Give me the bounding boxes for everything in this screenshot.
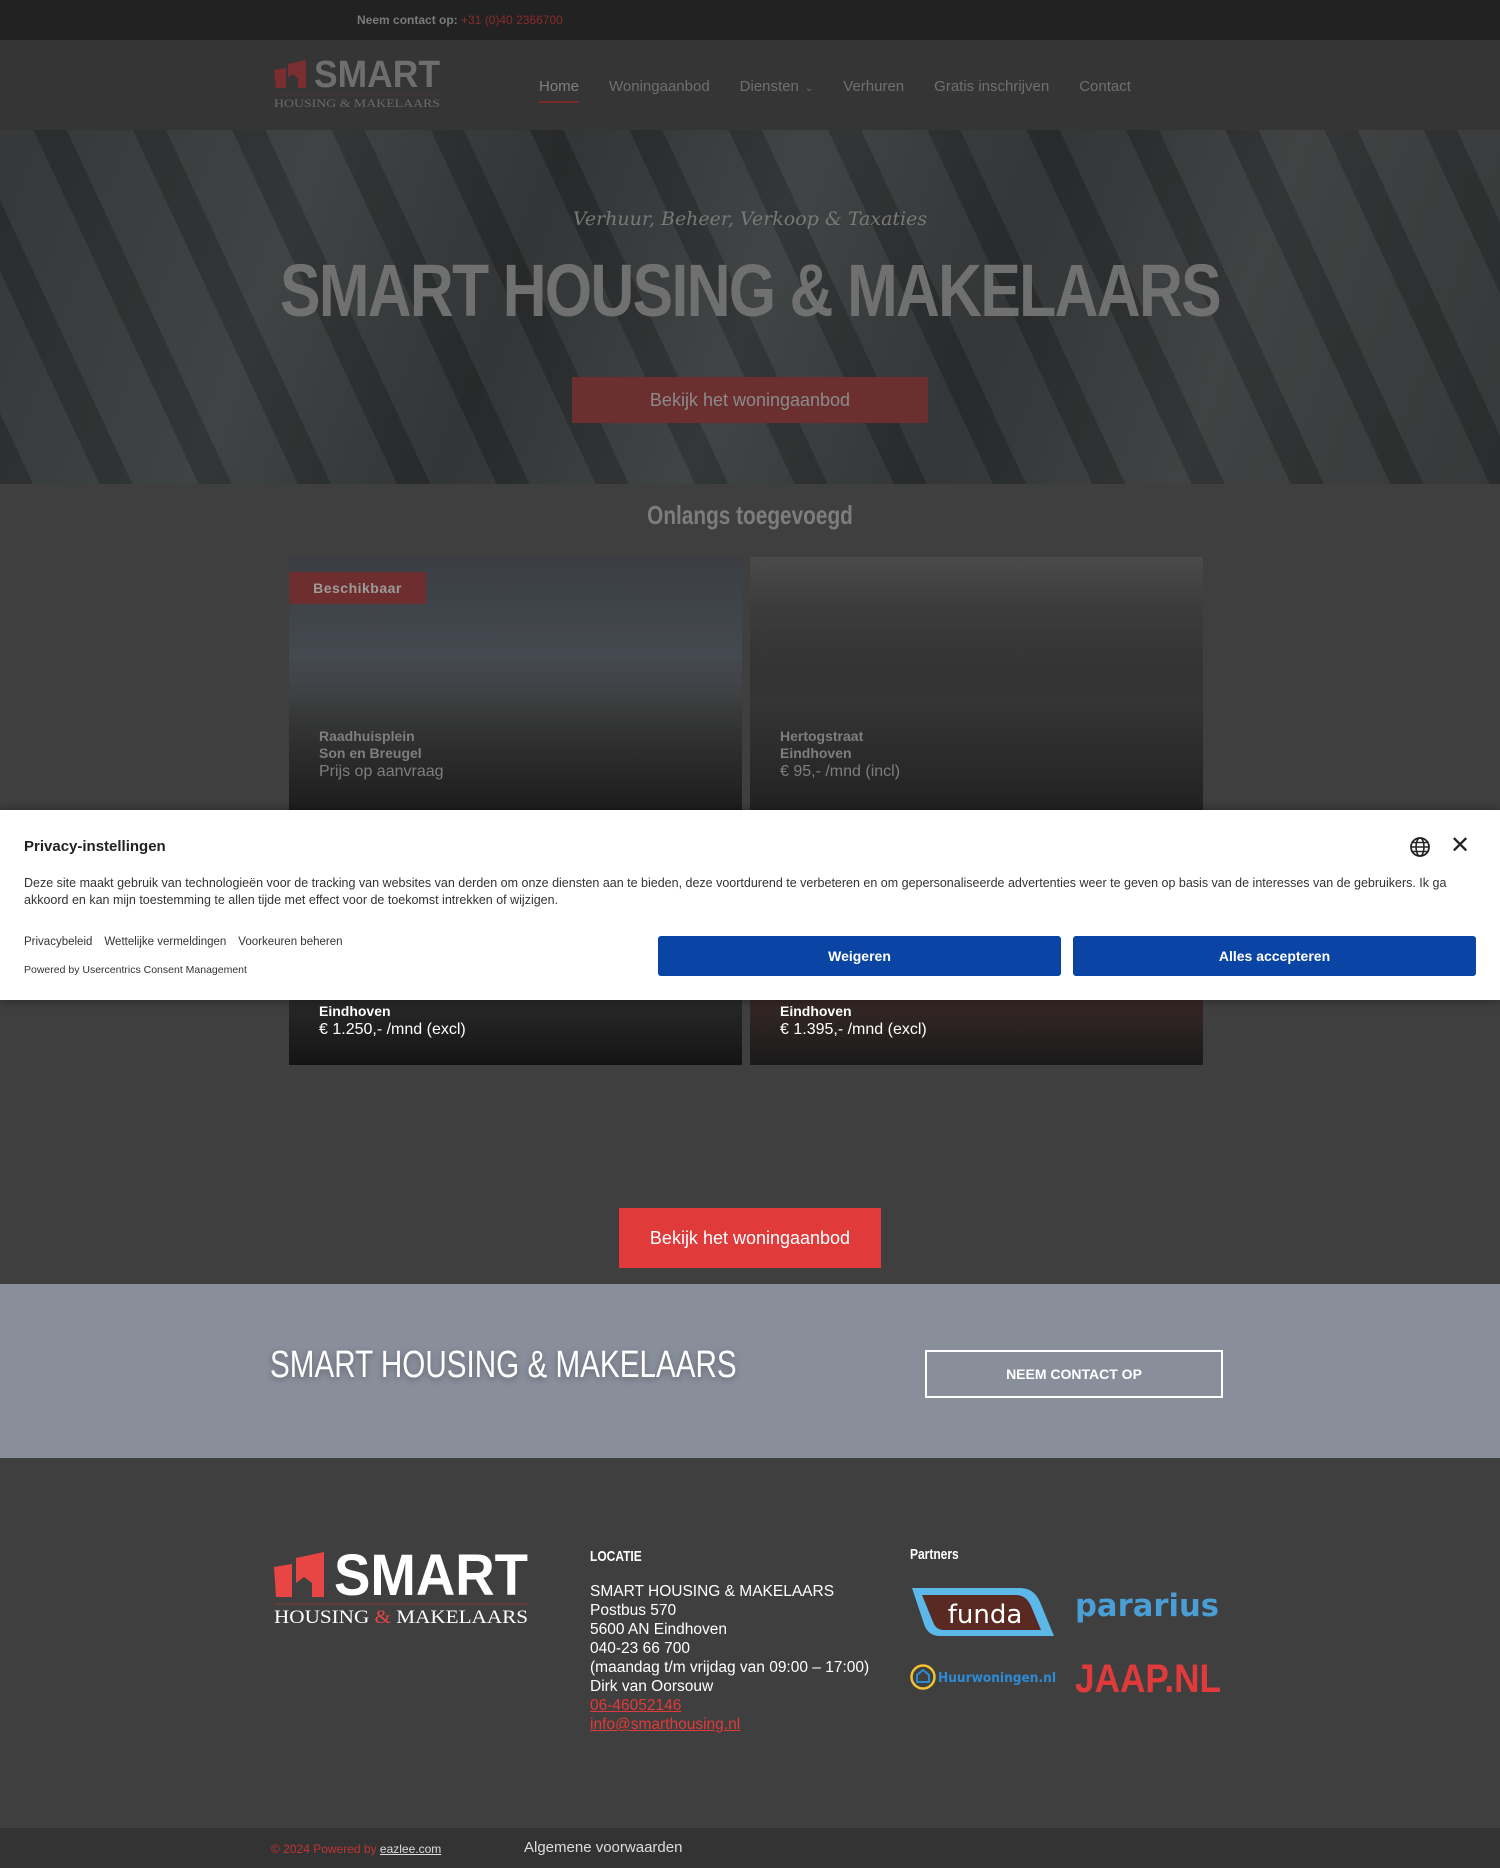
nav-home[interactable]: Home xyxy=(539,78,580,103)
top-bar: Neem contact op: +31 (0)40 2366700 xyxy=(0,0,1500,40)
address-line: SMART HOUSING & MAKELAARS xyxy=(590,1583,835,1600)
nav-diensten-label: Diensten xyxy=(739,78,799,95)
address-line: Dirk van Oorsouw xyxy=(590,1678,714,1695)
partner-huurwoningen-logo[interactable]: Huurwoningen.nl xyxy=(910,1662,1058,1692)
globe-icon[interactable] xyxy=(1409,836,1431,858)
address-line: (maandag t/m vrijdag van 09:00 – 17:00) xyxy=(590,1659,870,1676)
mobile-link[interactable]: 06-46052146 xyxy=(590,1696,869,1715)
listing-price: € 95,- /mnd (incl) xyxy=(780,763,901,780)
partner-funda-text: funda xyxy=(948,1600,1023,1630)
svg-text:HOUSING & MAKELAARS: HOUSING & MAKELAARS xyxy=(274,1607,528,1628)
accept-all-button[interactable]: Alles accepteren xyxy=(1073,936,1476,976)
listing-city: Eindhoven xyxy=(780,745,852,761)
close-icon[interactable]: ✕ xyxy=(1450,834,1470,858)
footer: SMART HOUSING & MAKELAARS LOCATIE SMART … xyxy=(0,1458,1500,1828)
chevron-down-icon: ⌄ xyxy=(804,83,814,94)
listing-card[interactable]: Eindhoven € 1.395,- /mnd (excl) xyxy=(750,990,1203,1065)
partner-funda-logo[interactable]: funda xyxy=(910,1586,1056,1638)
address-line: 5600 AN Eindhoven xyxy=(590,1621,728,1638)
powered-by-link[interactable]: eazlee.com xyxy=(380,1842,441,1856)
listing-city: Eindhoven xyxy=(319,1003,391,1019)
privacy-links: Privacybeleid Wettelijke vermeldingen Vo… xyxy=(24,936,343,948)
listing-price: € 1.250,- /mnd (excl) xyxy=(319,1021,466,1038)
band-title: SMART HOUSING & MAKELAARS xyxy=(270,1344,737,1386)
site-logo[interactable]: SMART HOUSING & MAKELAARS xyxy=(272,54,442,114)
privacy-title: Privacy-instellingen xyxy=(24,838,166,855)
address-block: SMART HOUSING & MAKELAARS Postbus 570 56… xyxy=(590,1582,869,1734)
nav-woningaanbod[interactable]: Woningaanbod xyxy=(609,78,710,95)
listing-card[interactable]: Beschikbaar Raadhuisplein Son en Breugel… xyxy=(289,557,742,810)
legal-notice-link[interactable]: Wettelijke vermeldingen xyxy=(104,936,226,948)
partner-huurwoningen-text: Huurwoningen.nl xyxy=(938,1671,1056,1686)
contact-button[interactable]: NEEM CONTACT OP xyxy=(925,1350,1223,1398)
email-link[interactable]: info@smarthousing.nl xyxy=(590,1715,869,1734)
nav-contact[interactable]: Contact xyxy=(1079,78,1131,95)
refuse-button[interactable]: Weigeren xyxy=(658,936,1061,976)
address-line: Postbus 570 xyxy=(590,1602,677,1619)
top-contact: Neem contact op: +31 (0)40 2366700 xyxy=(357,13,563,27)
svg-text:HOUSING & MAKELAARS: HOUSING & MAKELAARS xyxy=(274,96,440,110)
manage-preferences-link[interactable]: Voorkeuren beheren xyxy=(238,936,342,948)
location-title: LOCATIE xyxy=(590,1548,642,1565)
listing-street: Hertogstraat xyxy=(780,728,864,744)
hero-title: SMART HOUSING & MAKELAARS xyxy=(279,249,1222,332)
view-listings-button[interactable]: Bekijk het woningaanbod xyxy=(619,1208,881,1268)
listing-card[interactable]: Eindhoven € 1.250,- /mnd (excl) xyxy=(289,990,742,1065)
phone-link[interactable]: +31 (0)40 2366700 xyxy=(461,13,563,27)
nav-gratis-inschrijven[interactable]: Gratis inschrijven xyxy=(934,78,1049,95)
partner-pararius-logo[interactable]: pararius xyxy=(1073,1586,1221,1630)
address-line: 040-23 66 700 xyxy=(590,1640,690,1657)
privacy-dialog: Privacy-instellingen ✕ Deze site maakt g… xyxy=(0,810,1500,1000)
footer-logo: SMART HOUSING & MAKELAARS xyxy=(274,1545,528,1628)
listing-city: Eindhoven xyxy=(780,1003,852,1019)
recent-section-title: Onlangs toegevoegd xyxy=(647,500,853,530)
contact-band: SMART HOUSING & MAKELAARS NEEM CONTACT O… xyxy=(0,1284,1500,1458)
copyright: © 2024 Powered by eazlee.com xyxy=(271,1842,441,1856)
partner-jaap-logo[interactable]: JAAP.NL xyxy=(1073,1654,1223,1700)
hero-tagline: Verhuur, Beheer, Verkoop & Taxaties xyxy=(572,208,928,230)
contact-label: Neem contact op: xyxy=(357,13,458,27)
partners-title: Partners xyxy=(910,1546,959,1563)
bottom-bar: © 2024 Powered by eazlee.com Algemene vo… xyxy=(0,1828,1500,1868)
hero: Verhuur, Beheer, Verkoop & Taxaties SMAR… xyxy=(0,130,1500,484)
status-badge: Beschikbaar xyxy=(289,572,426,604)
privacy-description: Deze site maakt gebruik van technologieë… xyxy=(24,876,1447,907)
partner-pararius-text: pararius xyxy=(1075,1588,1219,1624)
nav-diensten[interactable]: Diensten ⌄ xyxy=(740,78,814,95)
terms-link[interactable]: Algemene voorwaarden xyxy=(524,1839,682,1856)
main-nav: Home Woningaanbod Diensten ⌄ Verhuren Gra… xyxy=(539,78,1131,103)
svg-text:SMART: SMART xyxy=(314,54,440,96)
listing-price: Prijs op aanvraag xyxy=(319,763,444,780)
partner-jaap-text: JAAP.NL xyxy=(1075,1657,1221,1700)
listing-price: € 1.395,- /mnd (excl) xyxy=(780,1021,927,1038)
copyright-text: © 2024 Powered by xyxy=(271,1842,377,1856)
svg-text:SMART: SMART xyxy=(334,1545,528,1608)
privacy-policy-link[interactable]: Privacybeleid xyxy=(24,936,92,948)
hero-cta-button[interactable]: Bekijk het woningaanbod xyxy=(572,377,928,423)
nav-verhuren[interactable]: Verhuren xyxy=(843,78,904,95)
site-header: SMART HOUSING & MAKELAARS Home Woningaan… xyxy=(0,40,1500,130)
powered-by-usercentrics: Powered by Usercentrics Consent Manageme… xyxy=(24,964,247,976)
listing-city: Son en Breugel xyxy=(319,745,422,761)
listing-card[interactable]: Hertogstraat Eindhoven € 95,- /mnd (incl… xyxy=(750,557,1203,810)
listing-street: Raadhuisplein xyxy=(319,728,415,744)
